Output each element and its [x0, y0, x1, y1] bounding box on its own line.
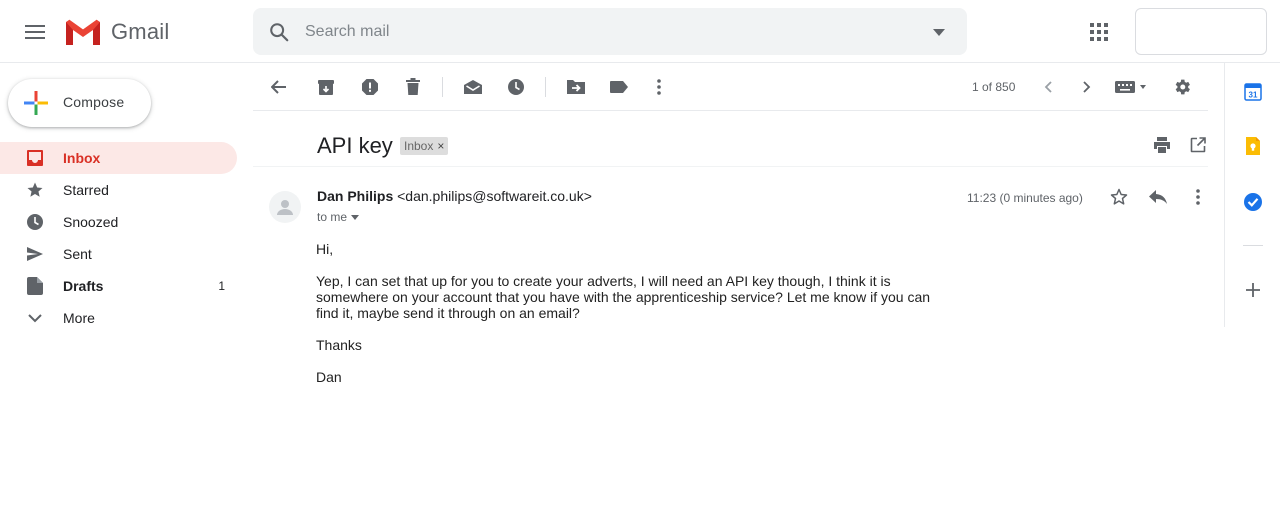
- draft-icon: [25, 276, 45, 296]
- search-icon[interactable]: [265, 18, 293, 46]
- caret-down-icon: [351, 214, 360, 220]
- pagination-count: 1 of 850: [972, 80, 1016, 94]
- sidebar-item-inbox[interactable]: Inbox: [0, 142, 237, 174]
- subject-divider: [253, 166, 1208, 167]
- report-spam-icon[interactable]: [358, 75, 382, 99]
- sidebar-item-drafts[interactable]: Drafts 1: [0, 270, 237, 302]
- body-paragraph: Hi,: [316, 241, 334, 257]
- chevron-down-icon: [25, 308, 45, 328]
- compose-plus-icon: [24, 91, 48, 115]
- email-subject: API key: [317, 133, 393, 158]
- star-outline-icon[interactable]: [1108, 186, 1130, 208]
- snooze-icon[interactable]: [504, 75, 528, 99]
- more-vert-icon[interactable]: [647, 75, 671, 99]
- sender-email: <dan.philips@softwareit.co.uk>: [397, 188, 592, 204]
- sidebar-nav: Inbox Starred Snoozed Sent Drafts 1 More: [0, 142, 237, 334]
- input-tools-keyboard-icon[interactable]: [1113, 75, 1149, 99]
- sidebar-item-more[interactable]: More: [0, 302, 237, 334]
- calendar-icon[interactable]: 31: [1242, 81, 1264, 103]
- search-input[interactable]: [305, 20, 905, 44]
- sidebar-item-label: More: [63, 310, 95, 326]
- move-to-icon[interactable]: [564, 75, 588, 99]
- sidebar-item-label: Sent: [63, 246, 92, 262]
- star-icon: [25, 180, 45, 200]
- sidebar-item-count: 1: [218, 279, 225, 293]
- chevron-right-icon[interactable]: [1075, 75, 1099, 99]
- apps-grid-icon: [1090, 23, 1108, 41]
- body-paragraph: Dan: [316, 369, 342, 385]
- default-avatar-icon: [277, 200, 293, 215]
- message-body: Hi, Yep, I can set that up for you to cr…: [316, 241, 936, 401]
- compose-button[interactable]: Compose: [8, 79, 151, 127]
- main-menu-button[interactable]: [14, 12, 56, 52]
- back-arrow-icon[interactable]: [267, 75, 291, 99]
- sidebar-item-snoozed[interactable]: Snoozed: [0, 206, 237, 238]
- sidebar-item-sent[interactable]: Sent: [0, 238, 237, 270]
- google-apps-button[interactable]: [1083, 16, 1115, 48]
- sidebar-item-label: Snoozed: [63, 214, 119, 230]
- sidebar-item-label: Starred: [63, 182, 109, 198]
- sidebar-item-label: Drafts: [63, 278, 104, 294]
- toolbar-separator: [545, 77, 546, 97]
- send-icon: [25, 244, 45, 264]
- recipient-details-toggle[interactable]: to me: [317, 210, 360, 224]
- recipient-label: to me: [317, 210, 348, 224]
- message-more-vert-icon[interactable]: [1187, 186, 1209, 208]
- sender-avatar[interactable]: [269, 191, 301, 223]
- compose-label: Compose: [63, 94, 125, 110]
- gmail-m-icon: [66, 19, 100, 45]
- sidebar-item-starred[interactable]: Starred: [0, 174, 237, 206]
- top-header: Gmail: [0, 0, 1280, 63]
- sender-name[interactable]: Dan Philips: [317, 188, 393, 204]
- add-addon-plus-icon[interactable]: [1242, 279, 1264, 301]
- open-in-new-window-icon[interactable]: [1187, 134, 1209, 156]
- message-toolbar: 1 of 850: [253, 63, 1208, 111]
- label-icon[interactable]: [607, 75, 631, 99]
- svg-text:31: 31: [1249, 90, 1258, 99]
- account-area[interactable]: [1135, 8, 1267, 55]
- search-options-dropdown-icon[interactable]: [929, 22, 949, 42]
- hamburger-menu-icon: [25, 25, 45, 39]
- settings-gear-icon[interactable]: [1170, 75, 1194, 99]
- inbox-icon: [25, 148, 45, 168]
- tasks-icon[interactable]: [1242, 191, 1264, 213]
- archive-icon[interactable]: [314, 75, 338, 99]
- toolbar-separator: [442, 77, 443, 97]
- message-time: 11:23 (0 minutes ago): [967, 191, 1083, 205]
- sidebar-item-label: Inbox: [63, 150, 101, 166]
- sender-line: Dan Philips <dan.philips@softwareit.co.u…: [317, 188, 592, 204]
- inbox-label-chip[interactable]: Inbox ×: [400, 137, 449, 155]
- print-icon[interactable]: [1151, 134, 1173, 156]
- reply-icon[interactable]: [1147, 186, 1169, 208]
- clock-icon: [25, 212, 45, 232]
- search-bar: [253, 8, 967, 55]
- label-chip-text: Inbox: [404, 139, 434, 153]
- delete-icon[interactable]: [401, 75, 425, 99]
- gmail-logo[interactable]: Gmail: [64, 17, 169, 47]
- body-paragraph: Yep, I can set that up for you to create…: [316, 273, 931, 321]
- body-paragraph: Thanks: [316, 337, 362, 353]
- side-panel-divider: [1243, 245, 1263, 246]
- keep-icon[interactable]: [1242, 135, 1264, 157]
- mark-unread-icon[interactable]: [461, 75, 485, 99]
- chevron-left-icon[interactable]: [1036, 75, 1060, 99]
- app-name: Gmail: [111, 19, 170, 44]
- side-panel: 31: [1224, 63, 1280, 327]
- remove-label-icon[interactable]: ×: [437, 139, 444, 153]
